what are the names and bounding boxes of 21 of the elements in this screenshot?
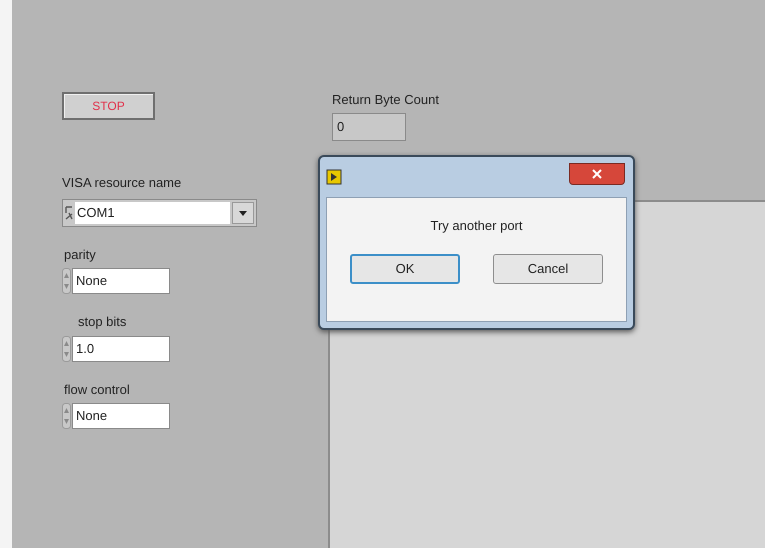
stepper-icon[interactable]: [62, 336, 71, 362]
count-field: 0: [332, 112, 406, 140]
resource-icon: [65, 204, 73, 220]
field-label: Return Byte Count: [332, 91, 440, 109]
value-field[interactable]: 1.0: [72, 336, 170, 362]
dialog-button[interactable]: OK: [350, 254, 460, 284]
dialog-message: Try another port: [430, 217, 522, 235]
stepper-icon[interactable]: [62, 403, 71, 429]
value-field[interactable]: None: [72, 403, 170, 429]
field-label: VISA resource name: [62, 174, 182, 192]
field-label: flow control: [63, 380, 131, 398]
field-label: parity: [63, 246, 97, 264]
resource-dropdown[interactable]: COM1: [62, 198, 257, 226]
close-icon: [592, 169, 602, 179]
field-label: stop bits: [77, 313, 128, 331]
resource-value: COM1: [75, 202, 230, 224]
dialog-button[interactable]: Cancel: [493, 254, 603, 284]
app-icon: [326, 169, 342, 185]
close-button[interactable]: [569, 163, 625, 185]
stepper-icon[interactable]: [62, 268, 71, 294]
value-field[interactable]: None: [72, 268, 170, 294]
